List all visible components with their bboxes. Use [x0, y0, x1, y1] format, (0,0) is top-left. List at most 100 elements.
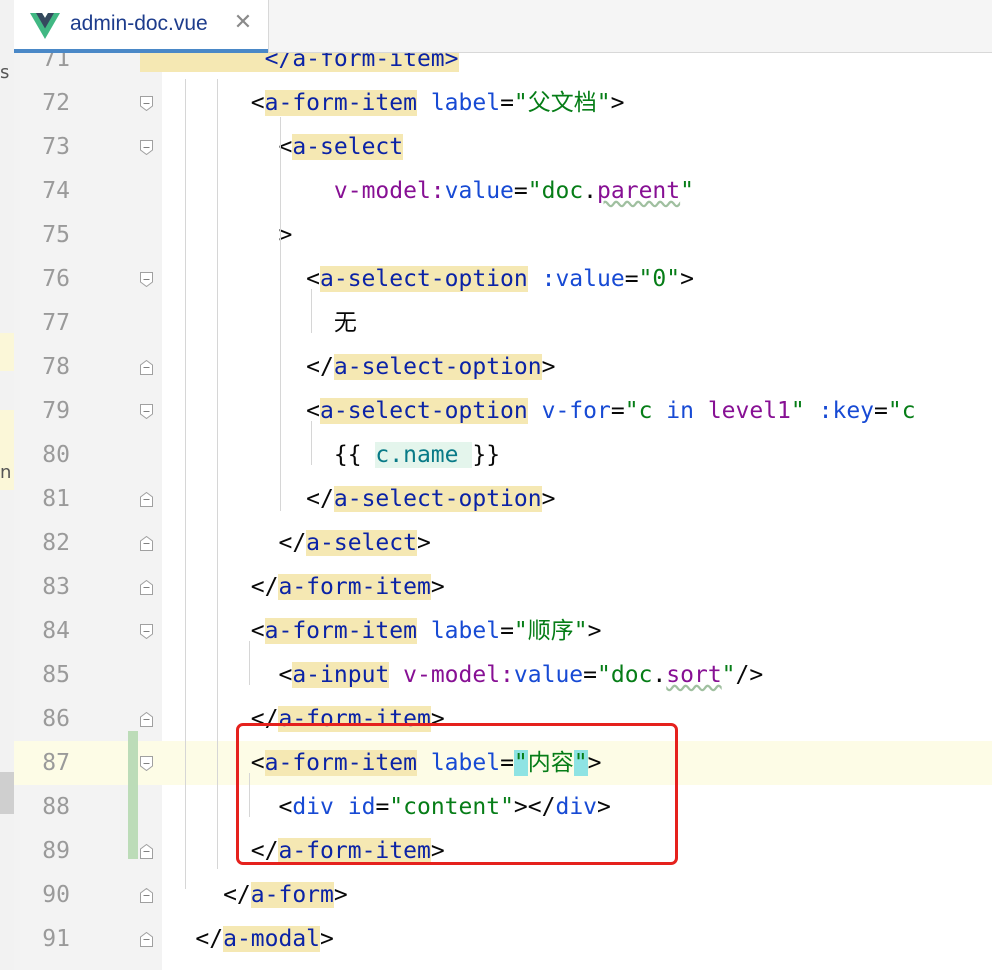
tab-title: admin-doc.vue [70, 12, 208, 35]
strip-letter: s [0, 62, 10, 83]
code-line[interactable]: 82 </a-select> [14, 521, 992, 565]
code-token: > [680, 266, 694, 292]
code-token: > [416, 530, 431, 556]
code-token: . [652, 662, 667, 688]
code-token: parent [597, 178, 681, 204]
code-token: a-select [306, 530, 417, 556]
code-token: doc [610, 662, 653, 688]
code-line[interactable]: 77 无 [14, 301, 992, 345]
indent-guide [249, 641, 250, 685]
code-line[interactable]: 91 </a-modal> [14, 917, 992, 961]
code-line[interactable]: 84 <a-form-item label="顺序"> [14, 609, 992, 653]
code-token: "顺序" [513, 618, 588, 644]
line-number: 74 [42, 178, 70, 204]
strip-marker [0, 333, 14, 371]
code-line[interactable]: 75 > [14, 213, 992, 257]
code-line[interactable]: 79 <a-select-option v-for="c in level1" … [14, 389, 992, 433]
code-token: = [583, 662, 598, 688]
strip-letter: n [0, 462, 12, 483]
code-token: a-select-option [333, 486, 542, 512]
line-number: 89 [42, 838, 70, 864]
vue-icon [30, 13, 60, 39]
code-text: <a-select-option v-for="c in level1" :ke… [140, 389, 916, 433]
code-token: < [140, 618, 265, 644]
code-token: "c [887, 398, 916, 424]
line-number: 88 [42, 794, 70, 820]
line-number: 72 [42, 90, 70, 116]
code-line[interactable]: 73 <a-select [14, 125, 992, 169]
code-token: < [140, 90, 265, 116]
code-token: "0" [638, 266, 681, 292]
code-token: < [140, 266, 321, 292]
code-text: <a-input v-model:value="doc.sort"/> [140, 653, 763, 697]
code-text: </a-modal> [140, 917, 334, 961]
code-line[interactable]: 80 {{ c.name }} [14, 433, 992, 477]
code-text: </a-form-item> [140, 53, 459, 81]
code-token: a-modal [223, 926, 321, 952]
code-line[interactable]: 72 <a-form-item label="父文档"> [14, 81, 992, 125]
project-panel-edge[interactable]: s n [0, 0, 15, 970]
code-token: a-select-option [333, 354, 542, 380]
code-token: v-model: [403, 662, 514, 688]
code-token: " [527, 178, 542, 204]
code-token: a-select [292, 134, 404, 160]
code-line[interactable]: 92 </template> [14, 961, 992, 970]
code-text: <a-select-option :value="0"> [140, 257, 694, 301]
code-token: label [430, 90, 501, 116]
code-token: = [500, 618, 514, 644]
code-token: </ [140, 926, 224, 952]
code-text: {{ c.name }} [140, 433, 500, 477]
line-number: 85 [42, 662, 70, 688]
code-line[interactable]: 76 <a-select-option :value="0"> [14, 257, 992, 301]
code-token: " [790, 398, 805, 424]
code-text: <a-form-item label="父文档"> [140, 81, 624, 125]
tab-admin-doc-vue[interactable]: admin-doc.vue ✕ [14, 0, 269, 53]
code-token: c.name [375, 442, 473, 468]
code-line[interactable]: 71 </a-form-item> [14, 53, 992, 81]
code-token: v-model: [333, 178, 445, 204]
line-number: 92 [14, 961, 70, 970]
code-token: " [680, 178, 694, 204]
code-editor[interactable]: 71 </a-form-item> 72 <a-form-item label="… [14, 53, 992, 970]
code-text: </template> [140, 961, 320, 970]
code-token: " [624, 398, 639, 424]
indent-guide [280, 117, 281, 511]
strip-marker [0, 772, 14, 814]
code-line[interactable]: 74 v-model:value="doc.parent" [14, 169, 992, 213]
code-token: a-select-option [320, 266, 528, 292]
code-token: > [541, 354, 556, 380]
line-number: 77 [42, 310, 70, 336]
code-text: v-model:value="doc.parent" [140, 169, 694, 213]
code-token: </a-form-item> [140, 53, 459, 72]
vcs-change-marker[interactable] [128, 731, 138, 859]
code-token: < [140, 398, 321, 424]
indent-guide [185, 79, 186, 889]
line-number: 78 [42, 354, 70, 380]
line-number: 79 [42, 398, 70, 424]
code-token: :key [818, 398, 875, 424]
code-line[interactable]: 78 </a-select-option> [14, 345, 992, 389]
code-line[interactable]: 83 </a-form-item> [14, 565, 992, 609]
code-token: " [721, 662, 736, 688]
close-icon[interactable]: ✕ [230, 10, 256, 36]
code-token: > [587, 618, 602, 644]
code-token: v-for [541, 398, 611, 424]
line-number: 90 [42, 882, 70, 908]
indent-guide [311, 421, 312, 465]
code-token: a-form-item [264, 618, 417, 644]
line-number: 80 [42, 442, 70, 468]
code-text: <a-select [140, 125, 404, 169]
highlight-annotation-box [236, 723, 678, 865]
code-line[interactable]: 81 </a-select-option> [14, 477, 992, 521]
code-line[interactable]: 85 <a-input v-model:value="doc.sort"/> [14, 653, 992, 697]
code-line[interactable]: 90 </a-form> [14, 873, 992, 917]
line-number: 91 [42, 926, 70, 952]
code-token: /> [735, 662, 764, 688]
code-text: </a-form> [140, 873, 348, 917]
line-number: 87 [42, 750, 70, 776]
code-token: "父文档" [513, 90, 611, 116]
